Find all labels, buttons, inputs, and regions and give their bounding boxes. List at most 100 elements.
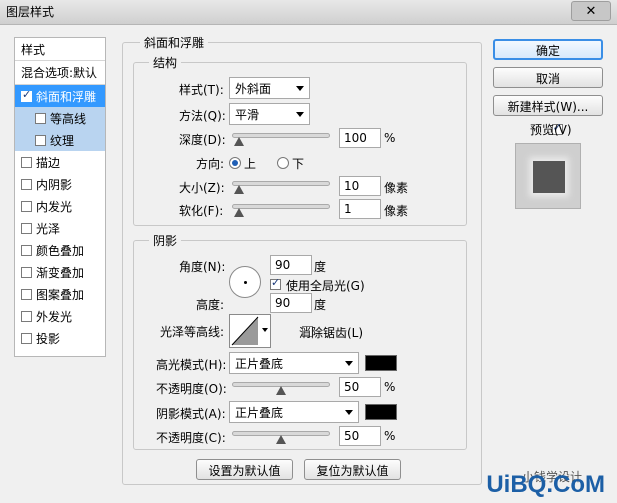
highlight-opacity-unit: %	[384, 380, 396, 394]
highlight-mode-label: 高光模式(H):	[156, 358, 227, 372]
preview-label: 预览(V)	[530, 123, 572, 137]
depth-slider-track[interactable]	[232, 133, 330, 138]
style-item-inner-shadow[interactable]: 内阴影	[15, 173, 105, 195]
chevron-down-icon	[262, 328, 268, 332]
global-light-label: 使用全局光(G)	[286, 279, 365, 293]
style-preview-swatch	[533, 161, 565, 193]
cancel-button[interactable]: 取消	[493, 67, 603, 88]
shadow-opacity-input[interactable]: 50	[339, 426, 381, 446]
size-unit: 像素	[384, 181, 409, 195]
size-input[interactable]: 10	[339, 176, 381, 196]
pattern-overlay-checkbox[interactable]	[21, 288, 32, 300]
style-preview	[515, 143, 581, 209]
satin-checkbox[interactable]	[21, 222, 32, 234]
highlight-mode-select[interactable]: 正片叠底	[229, 352, 359, 374]
chevron-down-icon	[345, 410, 353, 415]
style-item-outer-glow[interactable]: 外发光	[15, 305, 105, 327]
soften-slider-thumb[interactable]	[234, 208, 244, 217]
shadow-mode-value: 正片叠底	[235, 406, 284, 420]
style-item-label: 描边	[36, 155, 61, 170]
color-overlay-checkbox[interactable]	[21, 244, 32, 256]
styles-header: 样式	[15, 38, 105, 61]
angle-dial[interactable]	[229, 266, 261, 298]
shadow-opacity-thumb[interactable]	[276, 435, 286, 444]
make-default-button[interactable]: 设置为默认值	[196, 459, 293, 480]
chevron-down-icon	[345, 361, 353, 366]
style-select[interactable]: 外斜面	[229, 77, 310, 99]
contour-checkbox[interactable]	[35, 112, 46, 124]
site-watermark: UiBQ.CoM	[486, 471, 605, 498]
close-icon: ✕	[585, 3, 597, 19]
angle-unit: 度	[314, 260, 327, 274]
depth-unit: %	[384, 131, 396, 145]
shading-title: 阴影	[149, 232, 182, 249]
global-light-checkbox[interactable]	[270, 276, 281, 290]
depth-label: 深度(D):	[179, 133, 226, 147]
shadow-opacity-label: 不透明度(C):	[156, 431, 226, 445]
direction-up-label: 上	[244, 157, 257, 171]
style-item-pattern-overlay[interactable]: 图案叠加	[15, 283, 105, 305]
highlight-opacity-label: 不透明度(O):	[156, 382, 227, 396]
close-button[interactable]: ✕	[571, 1, 611, 21]
soften-unit: 像素	[384, 204, 409, 218]
technique-label: 方法(Q):	[179, 109, 226, 123]
depth-input[interactable]: 100	[339, 128, 381, 148]
contour-linear-icon	[231, 316, 259, 346]
soften-slider-track[interactable]	[232, 204, 330, 209]
inner-glow-checkbox[interactable]	[21, 200, 32, 212]
direction-up-radio[interactable]	[229, 157, 241, 169]
style-item-label: 内发光	[36, 199, 73, 214]
style-item-label: 内阴影	[36, 177, 73, 192]
gloss-contour-label: 光泽等高线:	[160, 325, 225, 339]
gradient-overlay-checkbox[interactable]	[21, 266, 32, 278]
style-item-inner-glow[interactable]: 内发光	[15, 195, 105, 217]
texture-checkbox[interactable]	[35, 134, 46, 146]
shadow-opacity-unit: %	[384, 429, 396, 443]
styles-list: 样式 混合选项:默认 斜面和浮雕 等高线 纹理 描边 内阴影 内发光 光泽 颜色…	[14, 37, 106, 357]
window-title: 图层样式	[6, 5, 55, 19]
style-item-texture[interactable]: 纹理	[15, 129, 105, 151]
reset-default-button[interactable]: 复位为默认值	[304, 459, 401, 480]
outer-glow-checkbox[interactable]	[21, 310, 32, 322]
style-item-gradient-overlay[interactable]: 渐变叠加	[15, 261, 105, 283]
style-item-bevel-emboss[interactable]: 斜面和浮雕	[15, 85, 105, 107]
ok-button[interactable]: 确定	[493, 39, 603, 60]
style-item-drop-shadow[interactable]: 投影	[15, 327, 105, 349]
soften-label: 软化(F):	[179, 204, 224, 218]
drop-shadow-checkbox[interactable]	[21, 332, 32, 344]
highlight-opacity-input[interactable]: 50	[339, 377, 381, 397]
technique-select[interactable]: 平滑	[229, 103, 310, 125]
shadow-mode-select[interactable]: 正片叠底	[229, 401, 359, 423]
style-item-label: 等高线	[50, 111, 87, 126]
direction-down-radio[interactable]	[277, 157, 289, 169]
depth-slider-thumb[interactable]	[234, 137, 244, 146]
inner-shadow-checkbox[interactable]	[21, 178, 32, 190]
structure-title: 结构	[149, 54, 182, 71]
style-item-label: 渐变叠加	[36, 265, 85, 280]
bevel-emboss-checkbox[interactable]	[21, 88, 32, 102]
angle-input[interactable]: 90	[270, 255, 312, 275]
altitude-input[interactable]: 90	[270, 293, 312, 313]
angle-label: 角度(N):	[179, 260, 226, 274]
gloss-contour-picker[interactable]	[229, 314, 271, 348]
style-label: 样式(T):	[179, 83, 224, 97]
blend-options-item[interactable]: 混合选项:默认	[15, 61, 105, 85]
style-item-satin[interactable]: 光泽	[15, 217, 105, 239]
highlight-opacity-thumb[interactable]	[276, 386, 286, 395]
size-slider-track[interactable]	[232, 181, 330, 186]
highlight-color-swatch[interactable]	[365, 355, 397, 371]
style-item-color-overlay[interactable]: 颜色叠加	[15, 239, 105, 261]
style-item-contour[interactable]: 等高线	[15, 107, 105, 129]
stroke-checkbox[interactable]	[21, 156, 32, 168]
angle-dial-center	[244, 281, 247, 284]
anti-aliased-label: 消除锯齿(L)	[299, 326, 364, 340]
size-slider-thumb[interactable]	[234, 185, 244, 194]
altitude-label: 高度:	[196, 298, 225, 312]
soften-input[interactable]: 1	[339, 199, 381, 219]
shadow-mode-label: 阴影模式(A):	[156, 407, 226, 421]
technique-select-value: 平滑	[235, 108, 260, 122]
style-item-stroke[interactable]: 描边	[15, 151, 105, 173]
new-style-button[interactable]: 新建样式(W)...	[493, 95, 603, 116]
style-item-label: 投影	[36, 331, 61, 346]
shadow-color-swatch[interactable]	[365, 404, 397, 420]
